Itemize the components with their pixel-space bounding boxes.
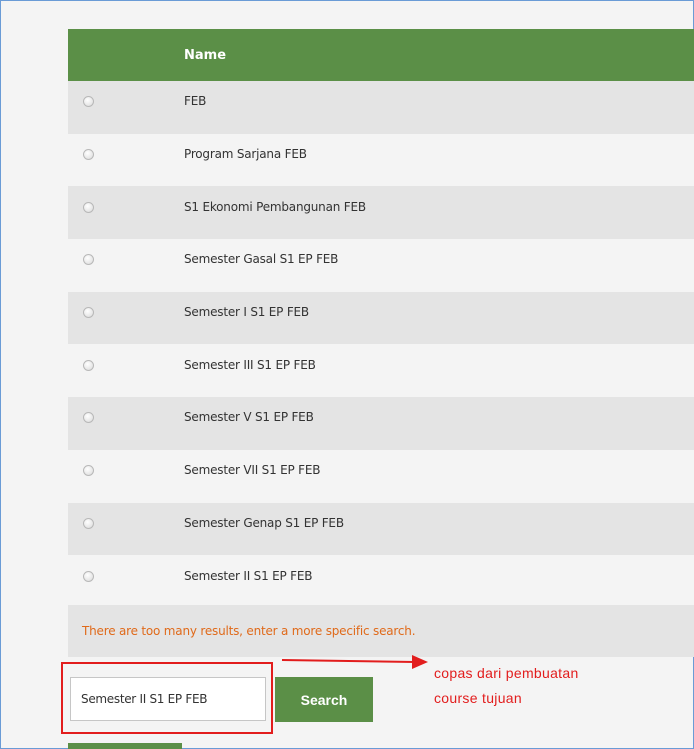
table-row[interactable]: Semester Genap S1 EP FEB [68, 502, 694, 556]
row-select-cell [68, 555, 184, 608]
row-name-cell: Semester VII S1 EP FEB [184, 449, 694, 503]
radio-button[interactable] [83, 96, 94, 108]
results-table: Name FEB Program Sarjana FEB S1 Ekonomi Pe… [68, 29, 694, 608]
table-row[interactable]: Semester II S1 EP FEB [68, 555, 694, 608]
header-select-column [68, 29, 184, 81]
row-name-cell: Program Sarjana FEB [184, 133, 694, 187]
row-name-cell: Semester II S1 EP FEB [184, 555, 694, 608]
table-row[interactable]: Semester VII S1 EP FEB [68, 449, 694, 503]
row-select-cell [68, 344, 184, 398]
row-name-cell: Semester Genap S1 EP FEB [184, 502, 694, 556]
row-name-cell: Semester I S1 EP FEB [184, 291, 694, 345]
annotation-line-1: copas dari pembuatan [434, 665, 579, 681]
table-header-row: Name [68, 29, 694, 81]
table-row[interactable]: Semester V S1 EP FEB [68, 397, 694, 450]
row-name-cell: S1 Ekonomi Pembangunan FEB [184, 186, 694, 240]
annotation-highlight-box [61, 662, 273, 734]
radio-button[interactable] [83, 307, 94, 319]
row-name-cell: Semester III S1 EP FEB [184, 344, 694, 398]
column-header-name: Name [184, 29, 694, 81]
table-row[interactable]: Semester Gasal S1 EP FEB [68, 239, 694, 292]
radio-button[interactable] [83, 570, 94, 582]
row-select-cell [68, 291, 184, 345]
radio-button[interactable] [83, 201, 94, 213]
radio-button[interactable] [83, 465, 94, 477]
row-select-cell [68, 449, 184, 503]
row-select-cell [68, 397, 184, 450]
annotation-note: copas dari pembuatan course tujuan [434, 661, 579, 711]
table-row[interactable]: S1 Ekonomi Pembangunan FEB [68, 186, 694, 240]
annotation-line-2: course tujuan [434, 690, 522, 706]
table-body: FEB Program Sarjana FEB S1 Ekonomi Pembang… [68, 81, 694, 608]
radio-button[interactable] [83, 149, 94, 161]
row-select-cell [68, 186, 184, 240]
row-select-cell [68, 502, 184, 556]
radio-button[interactable] [83, 412, 94, 424]
annotation-arrow-icon [281, 655, 428, 669]
row-name-cell: FEB [184, 81, 694, 134]
radio-button[interactable] [83, 517, 94, 529]
row-name-cell: Semester V S1 EP FEB [184, 397, 694, 450]
table-row[interactable]: Semester III S1 EP FEB [68, 344, 694, 398]
table-row[interactable]: Semester I S1 EP FEB [68, 291, 694, 345]
table-row[interactable]: FEB [68, 81, 694, 134]
row-select-cell [68, 133, 184, 187]
row-name-cell: Semester Gasal S1 EP FEB [184, 239, 694, 292]
row-select-cell [68, 239, 184, 292]
search-button[interactable]: Search [275, 677, 373, 722]
table-row[interactable]: Program Sarjana FEB [68, 133, 694, 187]
next-button-partial[interactable] [68, 743, 182, 749]
row-select-cell [68, 81, 184, 134]
radio-button[interactable] [83, 359, 94, 371]
radio-button[interactable] [83, 254, 94, 266]
